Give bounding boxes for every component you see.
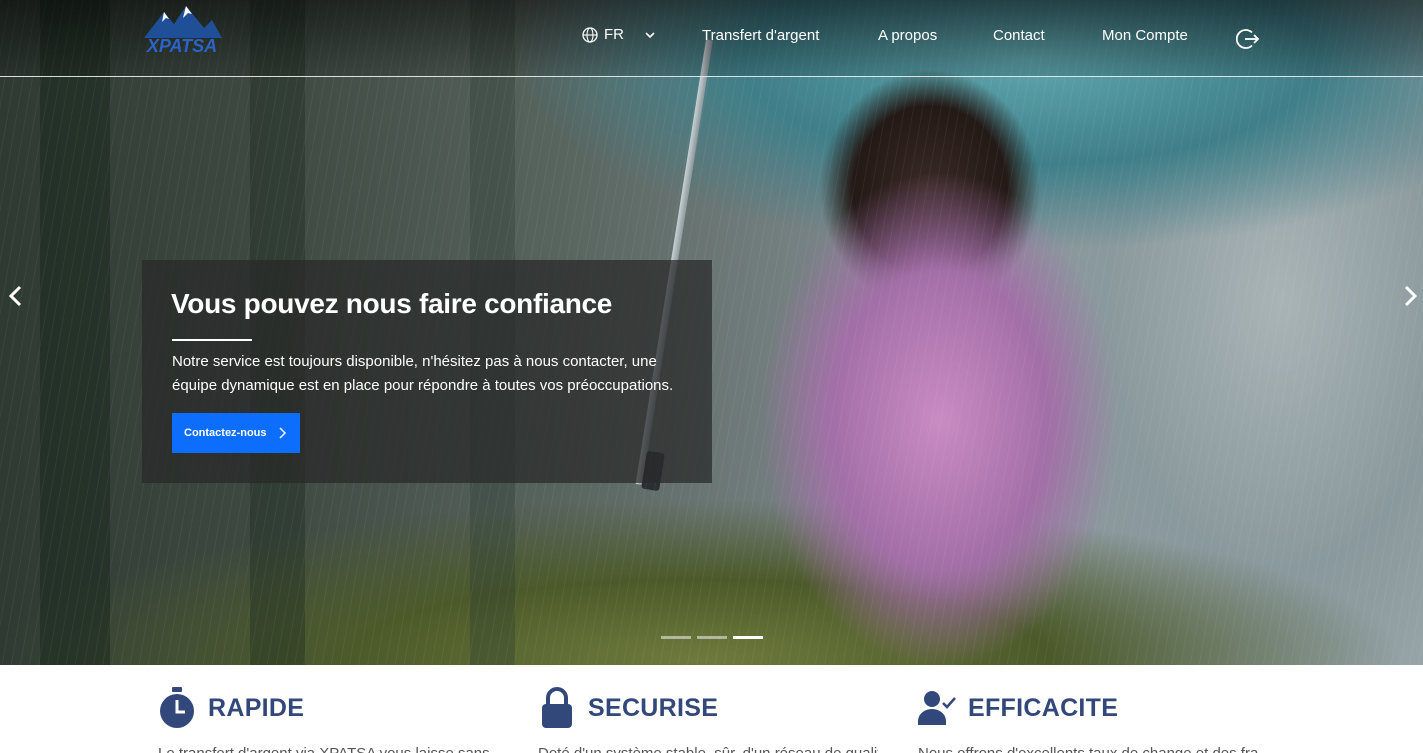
xpatsa-logo[interactable]: XPATSA <box>142 4 222 56</box>
hero-caption: Vous pouvez nous faire confiance Notre s… <box>142 260 712 483</box>
top-navbar: XPATSA FR Transfert d'argent A propos Co… <box>0 0 1423 77</box>
language-selector[interactable]: FR <box>582 26 656 43</box>
carousel-next-icon[interactable] <box>1400 284 1420 308</box>
nav-link-about[interactable]: A propos <box>878 27 937 44</box>
globe-icon <box>582 26 598 43</box>
feature-title: SECURISE <box>588 693 719 722</box>
logout-icon[interactable] <box>1236 27 1260 51</box>
hero-title: Vous pouvez nous faire confiance <box>171 288 613 319</box>
feature-rapide: RAPIDE Le transfert d'argent via XPATSA … <box>158 687 518 753</box>
feature-text: Nous offrons d'excellents taux de change… <box>918 745 1258 753</box>
nav-link-my-account[interactable]: Mon Compte <box>1102 27 1188 44</box>
carousel-indicator-3[interactable] <box>733 636 763 639</box>
contact-us-label: Contactez-nous <box>184 427 267 439</box>
chevron-down-icon <box>645 31 655 38</box>
user-check-icon <box>918 691 956 725</box>
nav-link-money-transfer[interactable]: Transfert d'argent <box>702 27 819 44</box>
hero-slider: Vous pouvez nous faire confiance Notre s… <box>0 0 1423 665</box>
carousel-indicators <box>661 636 763 639</box>
chevron-right-icon <box>278 427 286 439</box>
stopwatch-icon <box>160 687 194 728</box>
carousel-prev-icon[interactable] <box>6 284 26 308</box>
hero-description: Notre service est toujours disponible, n… <box>172 353 674 394</box>
feature-text: Le transfert d'argent via XPATSA vous la… <box>158 745 498 753</box>
lock-icon <box>542 687 572 728</box>
carousel-indicator-1[interactable] <box>661 636 691 639</box>
feature-efficacite: EFFICACITE Nous offrons d'excellents tau… <box>918 687 1278 753</box>
title-underline <box>172 339 252 341</box>
feature-title: EFFICACITE <box>968 693 1119 722</box>
feature-securise: SECURISE Doté d'un système stable, sûr, … <box>538 687 898 753</box>
nav-link-contact[interactable]: Contact <box>993 27 1045 44</box>
features-section: RAPIDE Le transfert d'argent via XPATSA … <box>0 665 1423 753</box>
logo-text: XPATSA <box>146 36 217 56</box>
feature-text: Doté d'un système stable, sûr, d'un rése… <box>538 745 878 753</box>
contact-us-button[interactable]: Contactez-nous <box>172 413 300 453</box>
feature-title: RAPIDE <box>208 693 305 722</box>
language-label: FR <box>604 26 624 43</box>
carousel-indicator-2[interactable] <box>697 636 727 639</box>
